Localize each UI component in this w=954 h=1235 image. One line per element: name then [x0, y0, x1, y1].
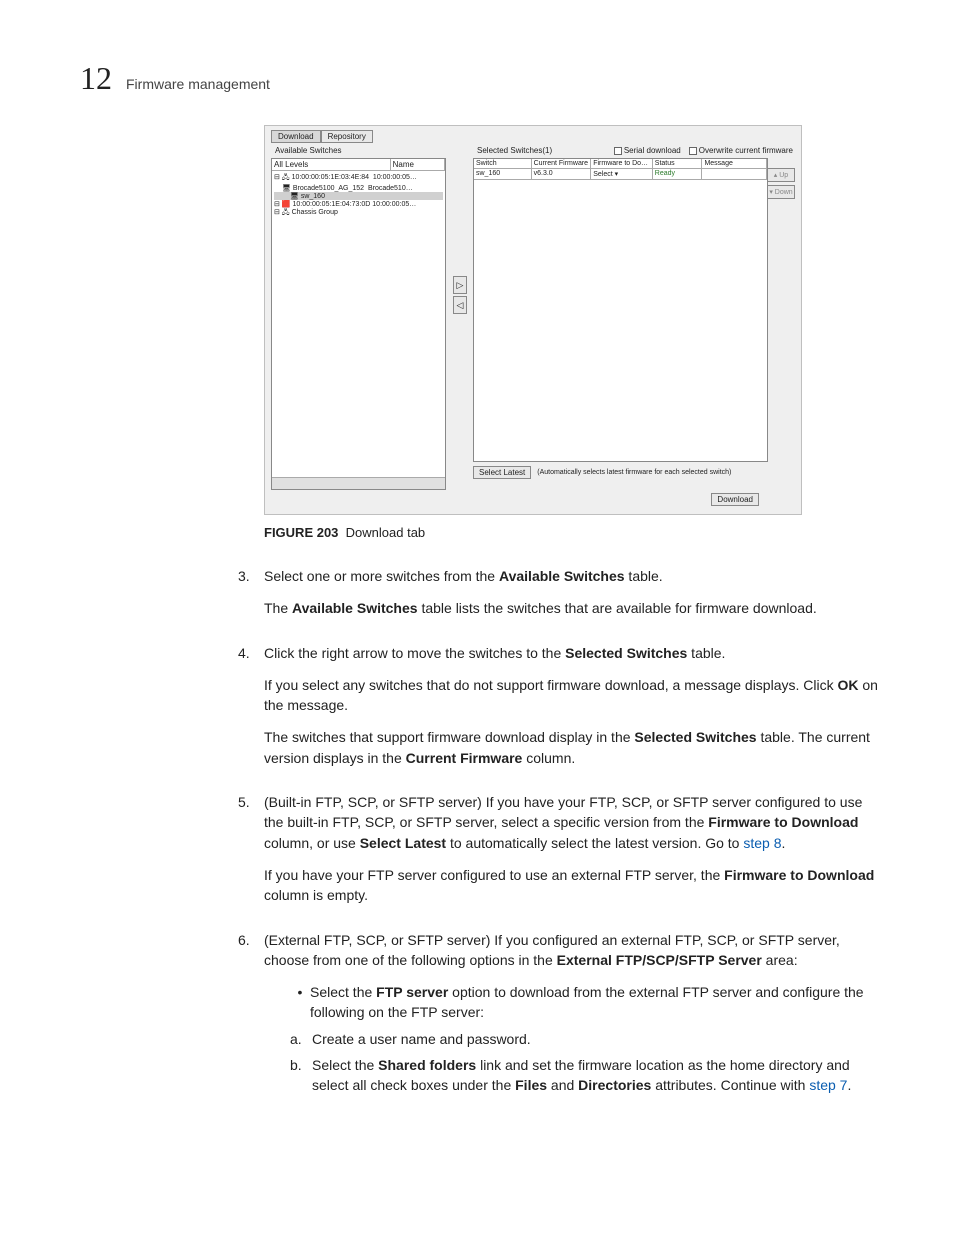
col-switch[interactable]: Switch [474, 159, 532, 169]
step-number: 5. [238, 792, 264, 917]
step-5: 5. (Built-in FTP, SCP, or SFTP server) I… [238, 792, 884, 917]
figure-caption: FIGURE 203 Download tab [264, 525, 884, 540]
bullet-dot-icon: • [290, 982, 310, 1023]
page-header: 12 Firmware management [80, 60, 884, 97]
available-switches-table[interactable]: All Levels Name ⊟ 🖧 10:00:00:05:1E:03:4E… [271, 158, 446, 490]
cell-current-firmware: v6.3.0 [532, 169, 592, 180]
tree-row[interactable]: 🖥 Brocade5100_AG_152 Brocade510… [274, 184, 443, 192]
tree-row[interactable]: ⊟ 🟥 10:00:00:05:1E:04:73:0D 10:00:00:05… [274, 200, 443, 208]
move-down-button[interactable]: ▾ Down [767, 185, 795, 199]
selected-switches-label: Selected Switches(1) [477, 146, 552, 155]
step-number: 6. [238, 930, 264, 1096]
link-step-8[interactable]: step 8 [743, 835, 781, 851]
step-6: 6. (External FTP, SCP, or SFTP server) I… [238, 930, 884, 1096]
download-tab-figure: Download Repository Available Switches S… [264, 125, 802, 515]
overwrite-firmware-label: Overwrite current firmware [699, 146, 793, 155]
col-status[interactable]: Status [653, 159, 703, 169]
bullet-ftp-server: • Select the FTP server option to downlo… [290, 982, 878, 1023]
select-latest-note: (Automatically selects latest firmware f… [537, 469, 731, 476]
move-left-button[interactable]: ◁ [453, 296, 467, 314]
cell-message [702, 169, 767, 180]
move-up-button[interactable]: ▴ Up [767, 168, 795, 182]
select-latest-button[interactable]: Select Latest [473, 466, 531, 479]
selected-switches-table[interactable]: Switch Current Firmware Firmware to Do… … [473, 158, 768, 462]
overwrite-firmware-checkbox[interactable]: Overwrite current firmware [689, 146, 793, 155]
chapter-title: Firmware management [126, 76, 270, 92]
serial-download-checkbox[interactable]: Serial download [614, 146, 681, 155]
col-firmware-to-download[interactable]: Firmware to Do… [591, 159, 653, 169]
cell-status: Ready [653, 169, 703, 180]
move-right-button[interactable]: ▷ [453, 276, 467, 294]
available-switches-label: Available Switches [275, 146, 342, 155]
cell-firmware-select[interactable]: Select [591, 169, 653, 180]
tree-row[interactable]: ⊟ 🖧 10:00:00:05:1E:03:4E:84 10:00:00:05… [274, 173, 443, 184]
col-current-firmware[interactable]: Current Firmware [532, 159, 592, 169]
download-button[interactable]: Download [711, 493, 759, 506]
step-3: 3. Select one or more switches from the … [238, 566, 884, 631]
cell-switch: sw_160 [474, 169, 532, 180]
horizontal-scrollbar[interactable] [272, 477, 445, 489]
table-row[interactable]: sw_160 v6.3.0 Select Ready [474, 169, 767, 180]
step-number: 4. [238, 643, 264, 780]
col-name[interactable]: Name [391, 159, 445, 171]
tab-bar: Download Repository [271, 130, 801, 143]
step-4: 4. Click the right arrow to move the swi… [238, 643, 884, 780]
substep-a: a. Create a user name and password. [290, 1029, 878, 1049]
tree-row[interactable]: ⊟ 🖧 Chassis Group [274, 208, 443, 219]
tree-row-selected[interactable]: 🖥 sw_160 [274, 192, 443, 200]
step-number: 3. [238, 566, 264, 631]
serial-download-label: Serial download [624, 146, 681, 155]
chapter-number: 12 [80, 60, 112, 97]
col-message[interactable]: Message [702, 159, 767, 169]
link-step-7[interactable]: step 7 [809, 1077, 847, 1093]
tab-download[interactable]: Download [271, 130, 321, 143]
substep-b: b. Select the Shared folders link and se… [290, 1055, 878, 1096]
tab-repository[interactable]: Repository [321, 130, 373, 143]
col-all-levels[interactable]: All Levels [272, 159, 391, 171]
